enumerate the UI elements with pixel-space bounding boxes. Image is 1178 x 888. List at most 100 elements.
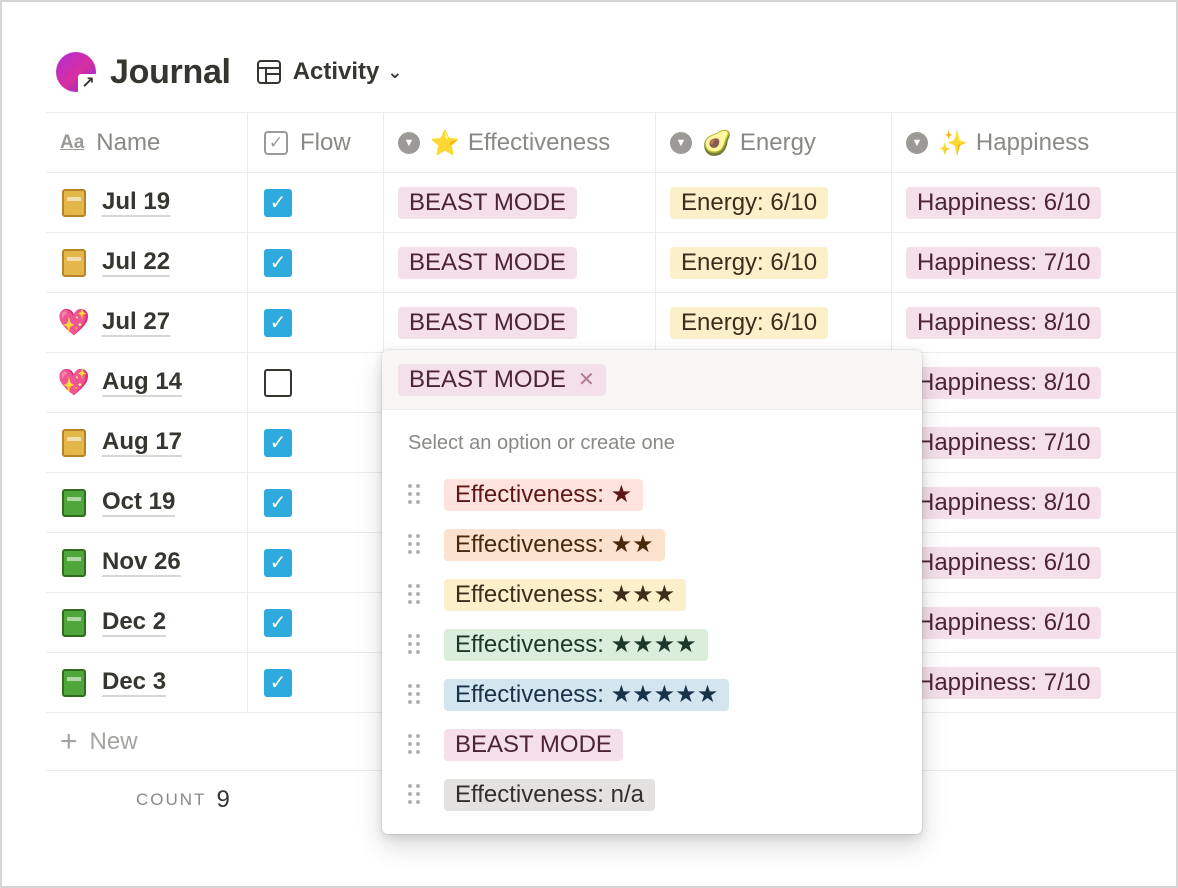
count-value: 9 (216, 786, 230, 813)
effectiveness-cell[interactable]: BEAST MODE (383, 293, 655, 352)
plus-icon: + (60, 724, 78, 758)
drag-handle-icon[interactable] (408, 584, 422, 606)
selected-tags-input[interactable]: BEAST MODE ✕ (382, 350, 922, 410)
energy-cell[interactable]: Energy: 6/10 (655, 173, 891, 232)
table-row[interactable]: Jul 19 ✓ BEAST MODE Energy: 6/10 Happiness: … (46, 173, 1176, 233)
energy-cell[interactable]: Energy: 6/10 (655, 233, 891, 292)
name-cell[interactable]: 💖 Jul 27 (46, 293, 247, 352)
text-property-icon: Aa (60, 131, 85, 153)
happiness-cell[interactable]: Happiness: 7/10 (891, 233, 1176, 292)
flow-checkbox[interactable]: ✓ (264, 608, 292, 637)
new-label: New (89, 727, 138, 755)
checkbox-property-icon: ✓ (264, 130, 288, 155)
green-book-icon (62, 668, 86, 697)
view-switcher[interactable]: Activity ⌄ (256, 58, 403, 86)
drag-handle-icon[interactable] (408, 684, 422, 706)
drag-handle-icon[interactable] (408, 484, 422, 506)
happiness-cell[interactable]: Happiness: 6/10 (891, 533, 1176, 592)
name-cell[interactable]: Jul 22 (46, 233, 247, 292)
page-title-link[interactable]: Jul 27 (102, 308, 171, 337)
page-icon[interactable] (60, 248, 88, 277)
flow-checkbox[interactable]: ✓ (264, 308, 292, 337)
star-emoji-icon: ⭐ (430, 128, 460, 157)
select-option[interactable]: Effectiveness: ★★★ (382, 570, 922, 620)
column-header-energy[interactable]: ▼ 🥑 Energy (655, 113, 891, 172)
page-icon[interactable] (60, 428, 88, 457)
energy-cell[interactable]: Energy: 6/10 (655, 293, 891, 352)
flow-checkbox[interactable]: ✓ (264, 668, 292, 697)
page-icon[interactable] (60, 548, 88, 577)
happiness-cell[interactable]: Happiness: 6/10 (891, 593, 1176, 652)
energy-tag: Energy: 6/10 (670, 306, 829, 339)
select-option[interactable]: Effectiveness: ★★ (382, 520, 922, 570)
select-option[interactable]: BEAST MODE (382, 720, 922, 770)
flow-checkbox[interactable]: ✓ (264, 248, 292, 277)
happiness-cell[interactable]: Happiness: 8/10 (891, 353, 1176, 412)
happiness-tag: Happiness: 6/10 (906, 606, 1102, 639)
table-row[interactable]: Jul 22 ✓ BEAST MODE Energy: 6/10 Happiness: … (46, 233, 1176, 293)
select-option[interactable]: Effectiveness: ★★★★★ (382, 670, 922, 720)
remove-tag-icon[interactable]: ✕ (578, 364, 595, 396)
page-title-link[interactable]: Dec 2 (102, 608, 167, 637)
option-tag: Effectiveness: ★ (444, 479, 644, 511)
happiness-cell[interactable]: Happiness: 8/10 (891, 293, 1176, 352)
name-cell[interactable]: Dec 3 (46, 653, 247, 712)
name-cell[interactable]: Oct 19 (46, 473, 247, 532)
flow-checkbox[interactable]: ✓ (264, 488, 292, 517)
sparkles-emoji-icon: ✨ (938, 128, 968, 157)
table-row[interactable]: 💖 Jul 27 ✓ BEAST MODE Energy: 6/10 Happiness:… (46, 293, 1176, 353)
selected-tag: BEAST MODE ✕ (398, 363, 606, 396)
drag-handle-icon[interactable] (408, 784, 422, 806)
select-property-icon: ▼ (670, 131, 692, 154)
drag-handle-icon[interactable] (408, 534, 422, 556)
name-cell[interactable]: Dec 2 (46, 593, 247, 652)
page-icon[interactable]: 💖 (58, 307, 90, 337)
page-icon[interactable] (60, 668, 88, 697)
page-icon[interactable]: 💖 (58, 367, 90, 397)
flow-cell: ✓ (247, 413, 383, 472)
page-title-link[interactable]: Nov 26 (102, 548, 181, 577)
option-tag: BEAST MODE (444, 729, 623, 761)
page-icon[interactable] (60, 488, 88, 517)
page-title-link[interactable]: Aug 14 (102, 368, 183, 397)
drag-handle-icon[interactable] (408, 734, 422, 756)
select-option[interactable]: Effectiveness: n/a (382, 770, 922, 820)
drag-handle-icon[interactable] (408, 634, 422, 656)
effectiveness-tag: BEAST MODE (398, 306, 577, 339)
option-tag: Effectiveness: ★★★★ (444, 629, 708, 661)
selected-tag-label: BEAST MODE (409, 365, 566, 393)
column-header-name[interactable]: Aa Name (46, 113, 247, 172)
app-frame: ↗ Journal Activity ⌄ Aa Name ✓ Flow ▼ ⭐ … (0, 0, 1178, 888)
name-cell[interactable]: Jul 19 (46, 173, 247, 232)
database-icon[interactable]: ↗ (56, 52, 98, 94)
page-icon[interactable] (60, 608, 88, 637)
database-title[interactable]: Journal (110, 53, 231, 92)
happiness-tag: Happiness: 8/10 (906, 486, 1102, 519)
flow-checkbox[interactable]: ✓ (264, 428, 292, 457)
happiness-cell[interactable]: Happiness: 6/10 (891, 173, 1176, 232)
column-header-effectiveness[interactable]: ▼ ⭐ Effectiveness (383, 113, 655, 172)
happiness-tag: Happiness: 6/10 (906, 186, 1102, 219)
name-cell[interactable]: 💖 Aug 14 (46, 353, 247, 412)
page-title-link[interactable]: Jul 22 (102, 248, 171, 277)
effectiveness-cell[interactable]: BEAST MODE (383, 233, 655, 292)
flow-checkbox[interactable]: ✓ (264, 548, 292, 577)
name-cell[interactable]: Aug 17 (46, 413, 247, 472)
select-option[interactable]: Effectiveness: ★ (382, 470, 922, 520)
happiness-cell[interactable]: Happiness: 8/10 (891, 473, 1176, 532)
flow-checkbox[interactable]: ✓ (264, 188, 292, 217)
happiness-cell[interactable]: Happiness: 7/10 (891, 653, 1176, 712)
name-cell[interactable]: Nov 26 (46, 533, 247, 592)
column-label: Flow (300, 128, 351, 156)
page-icon[interactable] (60, 188, 88, 217)
select-option[interactable]: Effectiveness: ★★★★ (382, 620, 922, 670)
happiness-cell[interactable]: Happiness: 7/10 (891, 413, 1176, 472)
column-header-happiness[interactable]: ▼ ✨ Happiness (891, 113, 1176, 172)
page-title-link[interactable]: Oct 19 (102, 488, 176, 517)
page-title-link[interactable]: Jul 19 (102, 188, 171, 217)
effectiveness-cell[interactable]: BEAST MODE (383, 173, 655, 232)
flow-checkbox[interactable] (264, 368, 292, 397)
page-title-link[interactable]: Dec 3 (102, 668, 167, 697)
column-header-flow[interactable]: ✓ Flow (247, 113, 383, 172)
page-title-link[interactable]: Aug 17 (102, 428, 183, 457)
